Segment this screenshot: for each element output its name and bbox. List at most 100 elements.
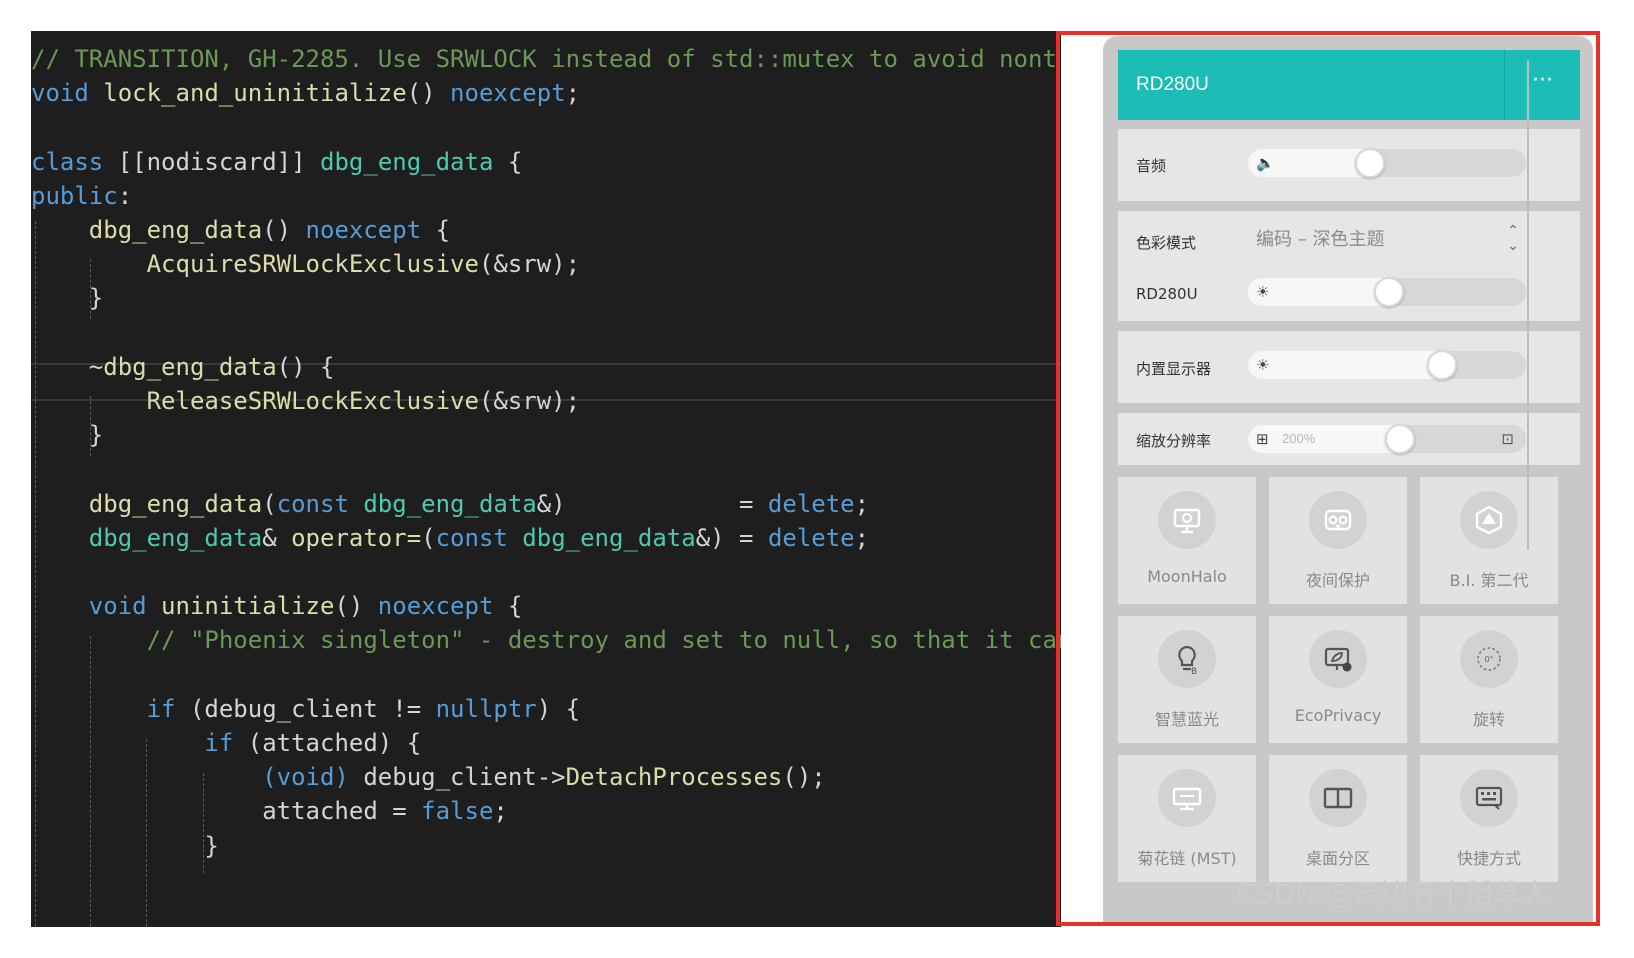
rotate-degree-text: 0° [1484,655,1493,664]
tile-night-protect[interactable]: 夜间保护 [1269,477,1407,604]
code-token: attached = [262,797,422,826]
code-token: (void) [262,763,349,792]
external-brightness-slider[interactable]: ☀ [1248,277,1526,307]
tile-label: 桌面分区 [1305,849,1370,868]
code-token: AcquireSRWLockExclusive [146,250,479,279]
code-line: public: [31,179,132,214]
code-token: dbg_eng_data [103,352,277,381]
code-line: (void) debug_client->DetachProcesses(); [31,760,826,795]
tile-label: 夜间保护 [1305,571,1370,590]
scaling-card: 缩放分辨率 ⊞ 200% ⊡ [1118,413,1580,465]
monitor-control-panel: RD280U ··· 音频 🔈 色彩模式 编码 – 深色主题 ⌃ ⌄ RD280U… [1103,36,1593,923]
scale-small-icon: ⊞ [1256,430,1269,448]
code-token: &) = [536,489,768,518]
code-line: if (attached) { [31,726,421,761]
rotate-icon: 0° [1460,630,1518,688]
code-token: operator= [291,523,422,552]
code-token: if [146,694,176,723]
volume-slider-knob[interactable] [1355,148,1385,178]
code-token: ; [493,797,508,826]
internal-brightness-knob[interactable] [1427,350,1457,380]
sun-icon: ☀ [1256,356,1270,374]
code-token: delete [767,489,855,518]
code-token: noexcept [305,216,422,244]
code-token: } [31,284,104,313]
code-token: noexcept [450,79,566,108]
more-options-button[interactable]: ··· [1505,50,1580,120]
code-token: & [262,523,292,552]
code-token: () { [276,352,335,381]
code-line: AcquireSRWLockExclusive(&srw); [31,247,581,282]
speaker-icon: 🔈 [1256,154,1275,172]
tile-label: EcoPrivacy [1294,706,1382,725]
external-brightness-knob[interactable] [1374,277,1404,307]
code-line: dbg_eng_data() noexcept { [31,213,450,248]
tile-shortcut[interactable]: 快捷方式 [1420,755,1558,882]
internal-brightness-fill [1248,351,1450,379]
sun-icon: ☀ [1256,283,1270,301]
code-line: ReleaseSRWLockExclusive(&srw); [31,384,581,419]
svg-text:B: B [1191,667,1197,677]
display-settings-card: 色彩模式 编码 – 深色主题 ⌃ ⌄ RD280U ☀ [1118,211,1580,321]
audio-label: 音频 [1136,157,1167,175]
tile-label: B.I. 第二代 [1449,571,1529,590]
daisy-chain-icon [1158,769,1216,827]
internal-brightness-slider[interactable]: ☀ [1248,350,1526,380]
code-token: (attached) { [233,729,422,757]
code-token: () [334,592,378,621]
tile-rotate[interactable]: 0° 旋转 [1420,616,1558,743]
select-arrows-icon[interactable]: ⌃ ⌄ [1506,224,1520,254]
bulb-icon: B [1158,630,1216,688]
code-token: if [204,729,234,757]
volume-slider[interactable]: 🔈 [1248,148,1526,178]
scaling-slider-knob[interactable] [1385,424,1415,454]
tile-desktop-partition[interactable]: 桌面分区 [1269,755,1407,882]
owl-icon [1309,491,1367,549]
code-token: const [435,523,508,552]
code-token: : [117,181,133,210]
code-token: (&srw); [478,387,581,415]
code-line: dbg_eng_data& operator=(const dbg_eng_da… [31,521,869,556]
scaling-slider[interactable]: ⊞ 200% ⊡ [1248,424,1526,454]
tile-bi-gen2[interactable]: B.I. 第二代 [1420,477,1558,604]
code-token: { [493,592,523,621]
desktop-partition-icon [1309,769,1367,827]
scale-large-icon: ⊡ [1501,430,1514,448]
panel-scrollbar[interactable] [1527,60,1529,550]
code-token: dbg_eng_data [88,216,263,244]
code-line: void uninitialize() noexcept { [31,589,523,624]
code-token: class [31,147,104,176]
panel-header: RD280U ··· [1118,50,1580,120]
tile-moonhalo[interactable]: MoonHalo [1118,477,1256,604]
color-mode-select[interactable]: 编码 – 深色主题 [1256,225,1536,255]
code-line: } [31,418,103,453]
code-token: dbg_eng_data [88,523,263,552]
code-token: ; [565,79,581,108]
code-token: delete [767,523,855,552]
device-title: RD280U [1136,74,1209,95]
code-token: ~ [31,352,104,381]
bi-gen2-icon [1460,491,1518,549]
code-token: (&srw); [478,250,581,279]
code-token: ; [854,523,870,552]
code-token: [[ [103,147,147,176]
code-token: uninitialize [161,592,335,621]
code-token: () [406,79,451,108]
code-editor[interactable]: // TRANSITION, GH-2285. Use SRWLOCK inst… [31,31,1061,927]
tile-ecoprivacy[interactable]: EcoPrivacy [1269,616,1407,743]
tile-daisy-chain[interactable]: 菊花链 (MST) [1118,755,1256,882]
code-token: nullptr [435,694,537,723]
code-token: } [31,421,104,450]
scaling-value: 200% [1282,431,1316,446]
tile-label: 快捷方式 [1456,849,1521,868]
tile-smart-bluelight[interactable]: B 智慧蓝光 [1118,616,1256,743]
